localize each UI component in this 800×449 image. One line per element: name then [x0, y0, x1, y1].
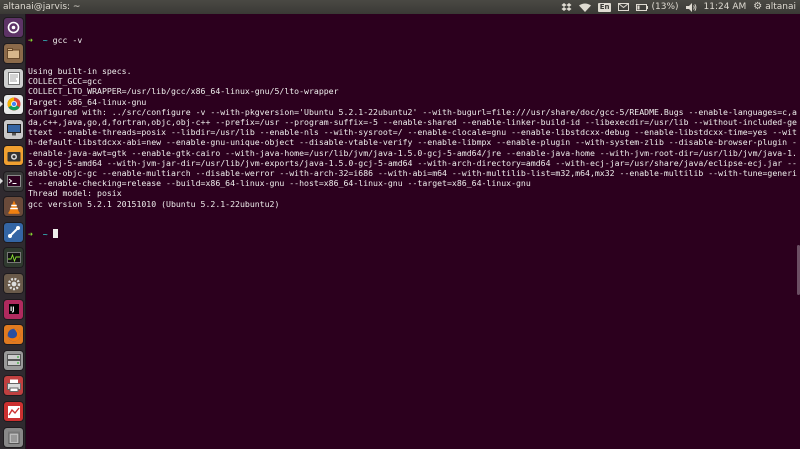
running-indicator [0, 178, 3, 185]
text-cursor [52, 229, 58, 239]
prompt-directory: ~ [42, 35, 48, 46]
indicator-area: En (13%) 11:24 AM ⚙ altanai [561, 0, 796, 14]
unity-launcher: IJ [0, 14, 26, 449]
chrome-icon[interactable] [4, 94, 23, 114]
vlc-icon[interactable] [4, 197, 23, 217]
prompt-arrow-icon: ➜ [28, 35, 33, 46]
intellij-icon[interactable]: IJ [4, 299, 23, 319]
top-panel: altanai@jarvis: ~ En (13%) 11:24 AM ⚙ al… [0, 0, 800, 14]
text-editor-icon[interactable] [4, 69, 23, 89]
dash-home-icon[interactable] [4, 18, 23, 37]
prompt-arrow-icon: ➜ [28, 229, 33, 240]
output-line: Thread model: posix [28, 188, 122, 199]
keyboard-lang-icon: En [597, 2, 612, 12]
output-line: Target: x86_64-linux-gnu [28, 96, 147, 107]
command-text: gcc -v [52, 35, 83, 46]
screenshot-icon[interactable] [4, 146, 23, 165]
current-prompt[interactable]: ➜ ~ [28, 229, 798, 239]
output-line: COLLECT_LTO_WRAPPER=/usr/lib/gcc/x86_64-… [28, 86, 339, 97]
user-name: altanai [765, 2, 796, 12]
output-line: Configured with: ../src/configure -v --w… [28, 106, 797, 189]
settings-icon[interactable] [4, 274, 23, 293]
trash-icon[interactable] [4, 427, 23, 447]
running-indicator [0, 101, 3, 108]
window-title: altanai@jarvis: ~ [3, 2, 81, 12]
mail-icon[interactable] [618, 3, 630, 11]
svg-text:IJ: IJ [10, 306, 14, 313]
session-menu[interactable]: ⚙ altanai [753, 0, 796, 14]
output-line: COLLECT_GCC=gcc [28, 76, 102, 87]
terminal-output[interactable]: ➜ ~ gcc -v Using built-in specs. COLLECT_… [28, 15, 798, 260]
firefox-icon[interactable] [4, 325, 23, 345]
prompt-directory: ~ [42, 229, 48, 240]
clock[interactable]: 11:24 AM [704, 0, 747, 14]
app-icon-printer[interactable] [4, 376, 23, 396]
terminal-icon[interactable] [4, 171, 23, 191]
gear-icon: ⚙ [753, 1, 763, 12]
command-line: ➜ ~ gcc -v [28, 35, 798, 45]
output-block: Using built-in specs. COLLECT_GCC=gcc COLL… [28, 66, 798, 209]
keyboard-lang-indicator[interactable]: En [597, 2, 612, 12]
battery-icon [636, 3, 649, 11]
files-icon[interactable] [4, 43, 23, 63]
dropbox-icon[interactable] [561, 2, 572, 12]
wifi-icon[interactable] [578, 3, 591, 12]
terminal-window[interactable]: ➜ ~ gcc -v Using built-in specs. COLLECT_… [27, 15, 800, 449]
battery-percent: (13%) [651, 2, 679, 12]
volume-icon[interactable] [685, 2, 697, 12]
app-icon-red[interactable] [4, 402, 23, 421]
disk-manager-icon[interactable] [4, 350, 23, 370]
output-line: gcc version 5.2.1 20151010 (Ubuntu 5.2.1… [28, 198, 280, 209]
system-monitor-icon[interactable] [4, 248, 23, 268]
output-line: Using built-in specs. [28, 66, 132, 77]
network-icon[interactable] [4, 222, 23, 242]
battery-indicator[interactable]: (13%) [636, 0, 679, 14]
remote-desktop-icon[interactable] [4, 120, 23, 140]
